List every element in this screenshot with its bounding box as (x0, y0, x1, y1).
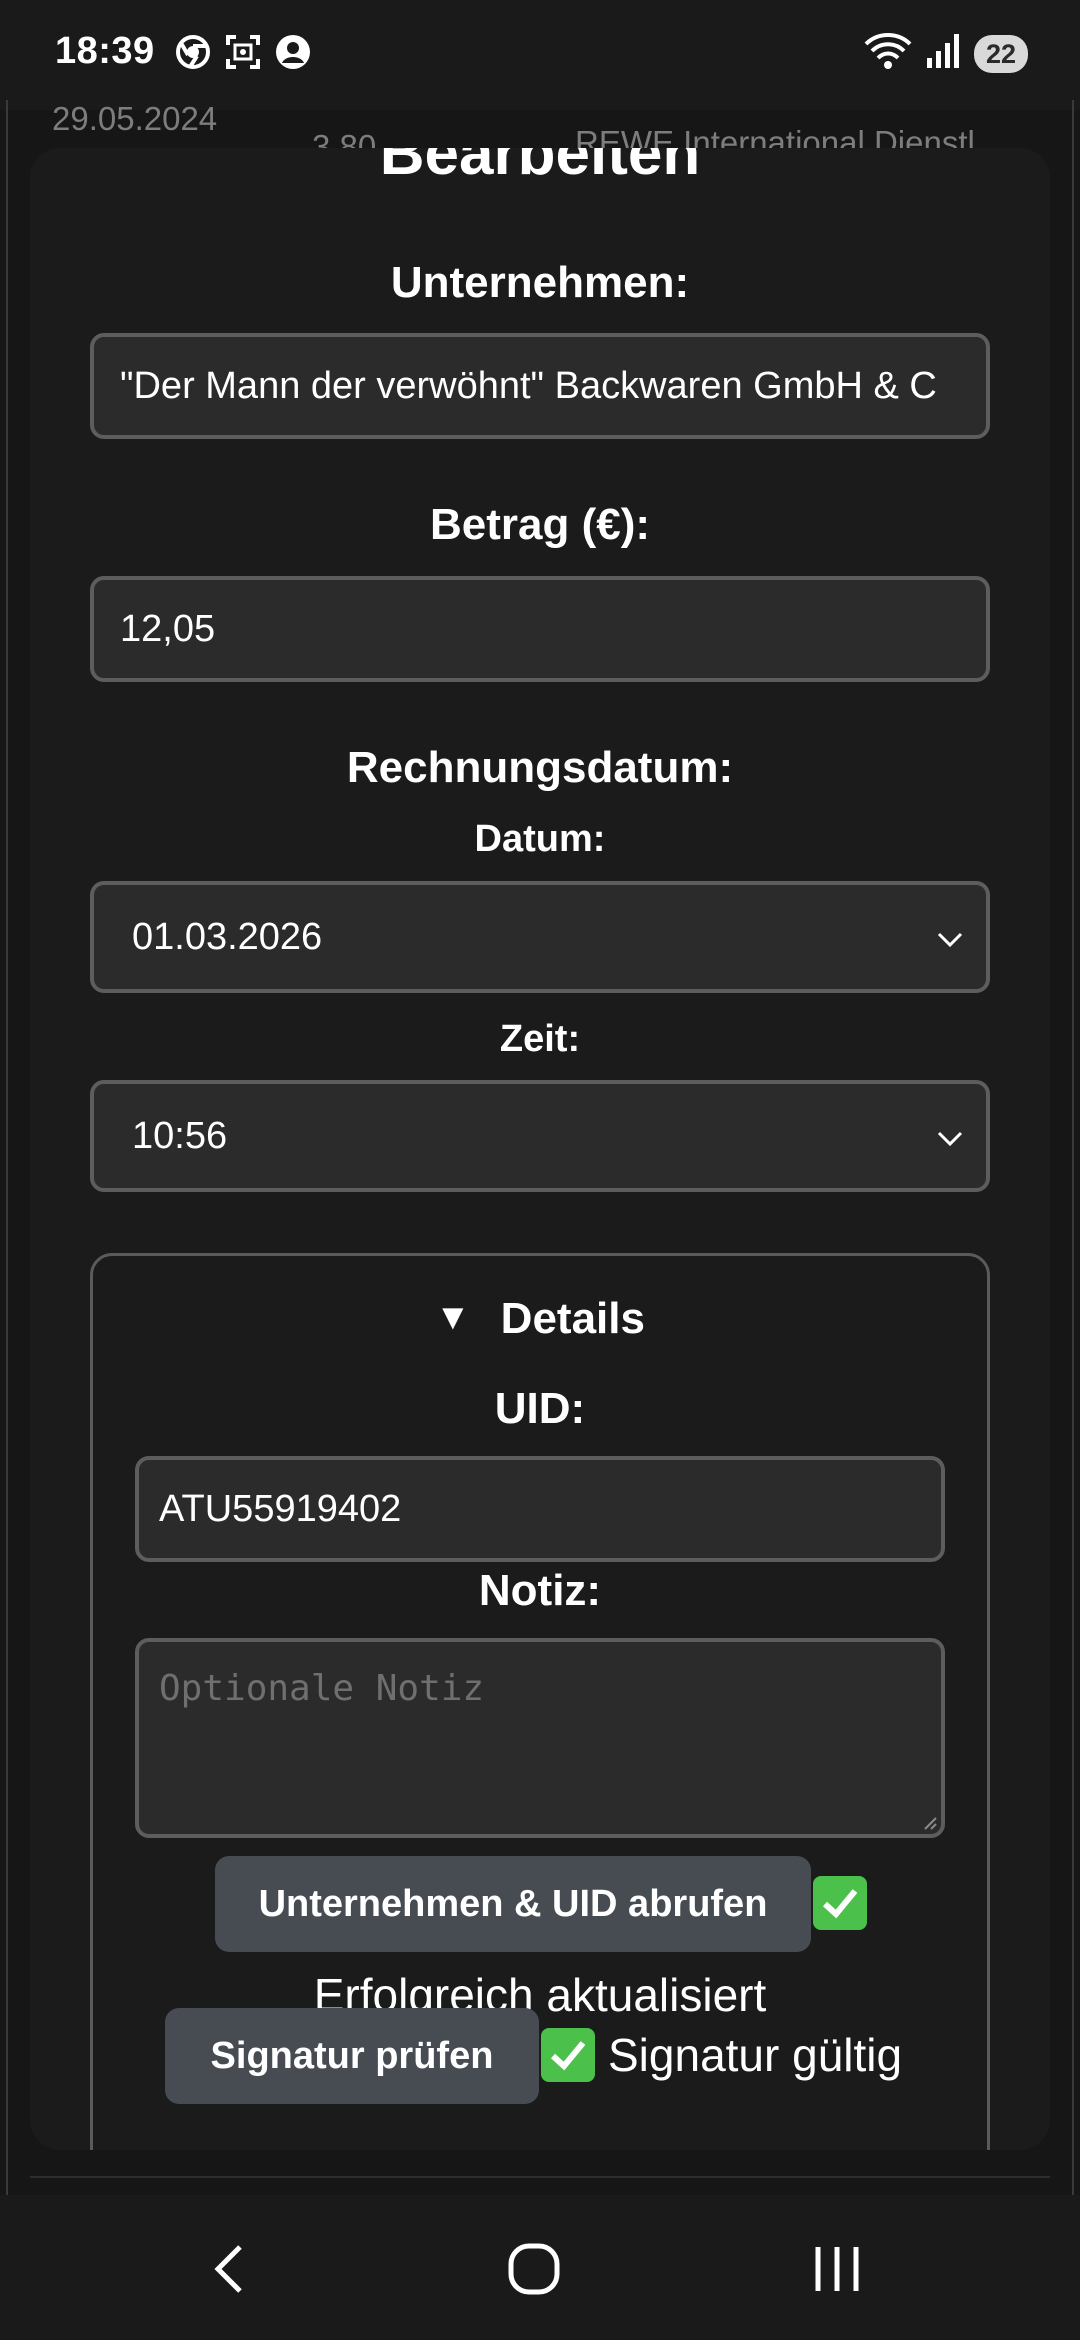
check-icon (541, 2028, 595, 2082)
date-select[interactable]: 01.03.2026 (90, 881, 990, 993)
note-textarea[interactable]: Optionale Notiz (135, 1638, 945, 1838)
verify-status-text: Signatur gültig (608, 2029, 903, 2081)
signal-icon (926, 32, 960, 75)
date-label: Datum: (474, 818, 606, 860)
company-input[interactable]: "Der Mann der verwöhnt" Backwaren GmbH &… (90, 333, 990, 439)
triangle-down-icon: ▼ (435, 1296, 471, 1337)
uid-label: UID: (494, 1384, 586, 1433)
battery-indicator: 22 (973, 34, 1028, 73)
edit-modal: Bearbeiten Unternehmen: "Der Mann der ve… (30, 148, 1050, 2150)
uid-input[interactable]: ATU55919402 (135, 1456, 945, 1562)
status-time: 18:39 (55, 30, 155, 72)
time-label: Zeit: (499, 1018, 581, 1060)
details-section: ▼ Details UID: ATU55919402 Notiz: Optiona… (90, 1253, 990, 2150)
bg-date: 29.05.2024 (52, 100, 218, 137)
chevron-down-icon (937, 1131, 963, 1147)
recents-icon[interactable] (812, 2245, 862, 2293)
amount-label: Betrag (€): (429, 500, 651, 549)
note-placeholder: Optionale Notiz (159, 1668, 485, 1709)
wifi-icon (864, 32, 912, 75)
verify-signature-button[interactable]: Signatur prüfen (165, 2008, 539, 2104)
nav-divider (30, 2176, 1050, 2178)
chevron-down-icon (937, 932, 963, 948)
company-label: Unternehmen: (390, 258, 690, 307)
modal-title: Bearbeiten (379, 148, 701, 188)
details-summary-label: Details (500, 1294, 645, 1343)
home-icon[interactable] (508, 2243, 560, 2295)
background-divider-left (6, 100, 8, 2195)
background-divider-right (1072, 100, 1074, 2195)
time-select[interactable]: 10:56 (90, 1080, 990, 1192)
invoice-date-label: Rechnungsdatum: (346, 743, 734, 792)
date-value: 01.03.2026 (132, 916, 323, 958)
account-icon (275, 34, 311, 70)
resize-handle-icon[interactable] (923, 1816, 937, 1830)
chrome-icon (175, 34, 211, 70)
navigation-bar (0, 2195, 1080, 2340)
back-icon[interactable] (210, 2243, 250, 2295)
note-label: Notiz: (478, 1566, 602, 1615)
time-value: 10:56 (132, 1115, 228, 1157)
fetch-company-uid-button[interactable]: Unternehmen & UID abrufen (215, 1856, 811, 1952)
amount-input[interactable]: 12,05 (90, 576, 990, 682)
status-bar: 18:39 22 (0, 0, 1080, 110)
details-toggle[interactable]: ▼ Details (93, 1294, 987, 1344)
check-icon (813, 1876, 867, 1930)
screenshot-icon (225, 34, 261, 70)
